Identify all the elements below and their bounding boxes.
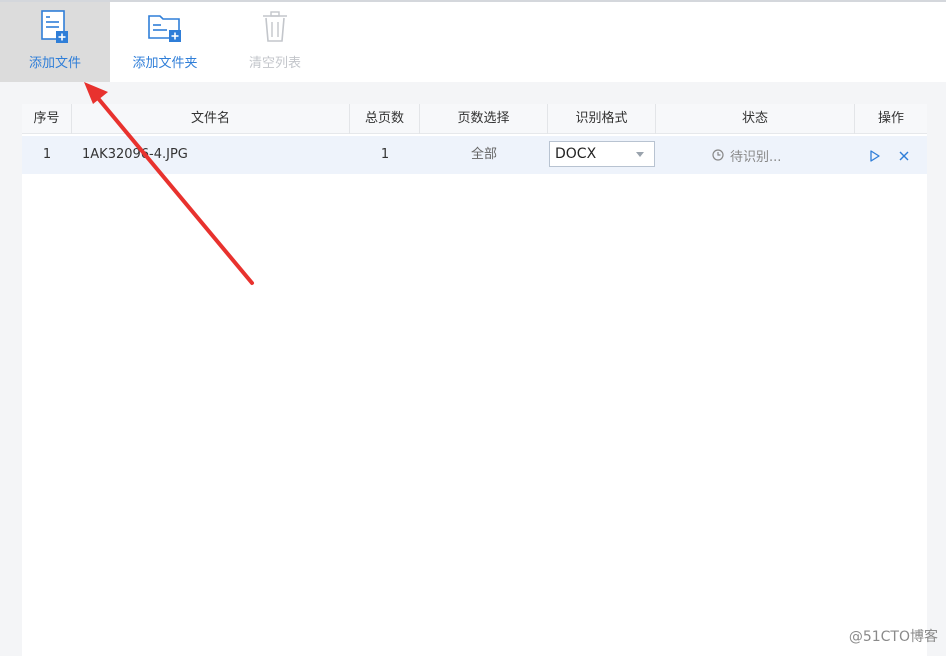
chevron-down-icon: [636, 152, 644, 157]
format-select[interactable]: DOCX: [549, 141, 655, 167]
format-select-value: DOCX: [555, 146, 597, 162]
row-filename: 1AK32096-4.JPG: [82, 147, 188, 162]
row-page-select[interactable]: 全部: [420, 136, 548, 174]
file-list-panel: 序号 文件名 总页数 页数选择 识别格式 状态 操作 1 1AK32096-4.…: [22, 104, 927, 656]
table-row[interactable]: 1 1AK32096-4.JPG 1 全部 DOCX 待识别...: [22, 136, 927, 174]
row-status: 待识别...: [712, 136, 781, 174]
add-folder-button[interactable]: 添加文件夹: [110, 2, 220, 82]
header-total-pages: 总页数: [350, 104, 420, 134]
row-index: 1: [42, 147, 52, 162]
header-index: 序号: [22, 104, 72, 134]
file-add-icon: [35, 10, 75, 46]
status-text: 待识别...: [730, 149, 782, 165]
header-page-select: 页数选择: [420, 104, 548, 134]
trash-icon: [255, 10, 295, 46]
table-header: 序号 文件名 总页数 页数选择 识别格式 状态 操作: [22, 104, 927, 134]
row-total-pages: 1: [380, 147, 390, 162]
play-icon[interactable]: [868, 148, 882, 162]
add-folder-label: 添加文件夹: [132, 56, 198, 71]
add-file-button[interactable]: 添加文件: [0, 2, 110, 82]
add-file-label: 添加文件: [28, 56, 81, 71]
watermark: @51CTO博客: [848, 629, 938, 645]
header-action: 操作: [877, 111, 904, 126]
clear-list-button[interactable]: 清空列表: [220, 2, 330, 82]
clock-icon: [712, 149, 724, 161]
folder-add-icon: [145, 10, 185, 46]
clear-list-label: 清空列表: [248, 56, 301, 71]
header-filename: 文件名: [72, 104, 350, 134]
header-status: 状态: [656, 104, 855, 134]
close-icon[interactable]: [897, 148, 911, 162]
header-format: 识别格式: [548, 104, 656, 134]
toolbar: 添加文件 添加文件夹 清空列表: [0, 2, 946, 82]
